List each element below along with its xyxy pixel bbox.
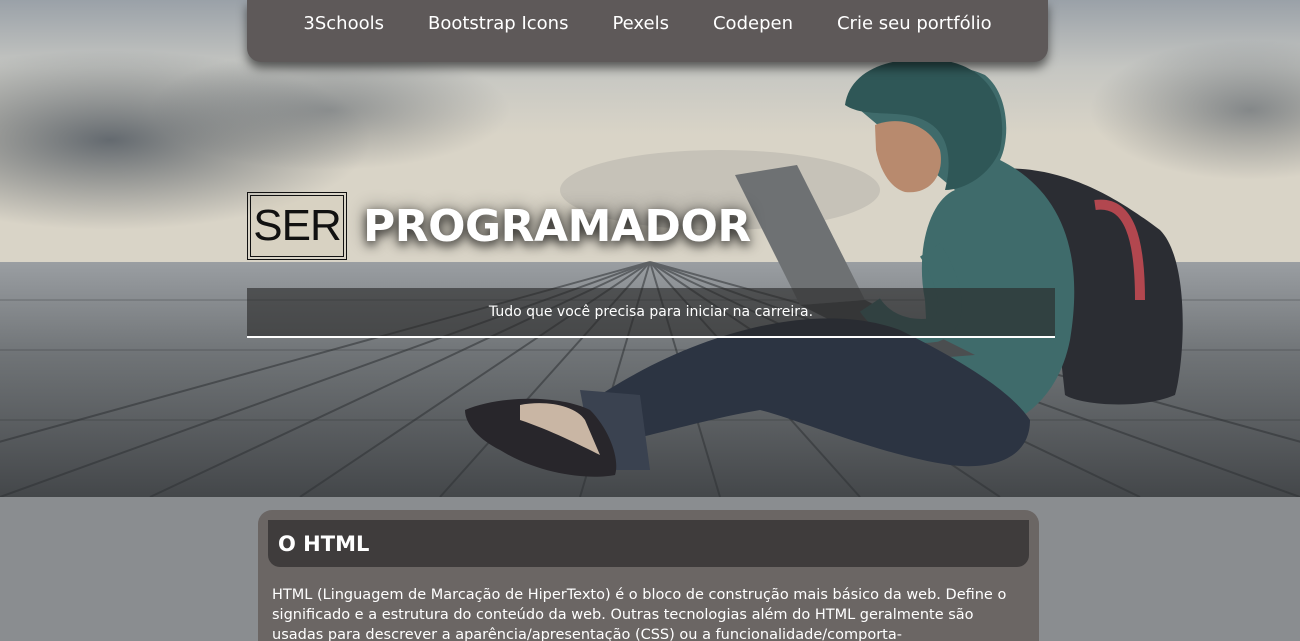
- top-navigation: 3Schools Bootstrap Icons Pexels Codepen …: [247, 0, 1048, 62]
- page: 3Schools Bootstrap Icons Pexels Codepen …: [0, 0, 1300, 641]
- nav-link-crie-seu-portfolio[interactable]: Crie seu portfólio: [815, 0, 1014, 35]
- hero-banner: 3Schools Bootstrap Icons Pexels Codepen …: [0, 0, 1300, 497]
- section-header: O HTML: [268, 520, 1029, 567]
- nav-link-pexels[interactable]: Pexels: [590, 0, 691, 35]
- hero-tagline: Tudo que você precisa para iniciar na ca…: [247, 288, 1055, 338]
- section-heading: O HTML: [278, 532, 370, 556]
- hero-title: SER PROGRAMADOR: [247, 189, 751, 263]
- nav-link-3schools[interactable]: 3Schools: [281, 0, 406, 35]
- hero-title-text: PROGRAMADOR: [363, 200, 751, 252]
- nav-link-bootstrap-icons[interactable]: Bootstrap Icons: [406, 0, 590, 35]
- section-paragraph: HTML (Linguagem de Marcação de HiperText…: [272, 587, 1007, 641]
- hero-title-boxed-text: SER: [250, 195, 344, 257]
- nav-link-codepen[interactable]: Codepen: [691, 0, 815, 35]
- hero-title-boxed: SER: [247, 192, 347, 260]
- html-section-card: O HTML HTML (Linguagem de Marcação de Hi…: [258, 510, 1039, 641]
